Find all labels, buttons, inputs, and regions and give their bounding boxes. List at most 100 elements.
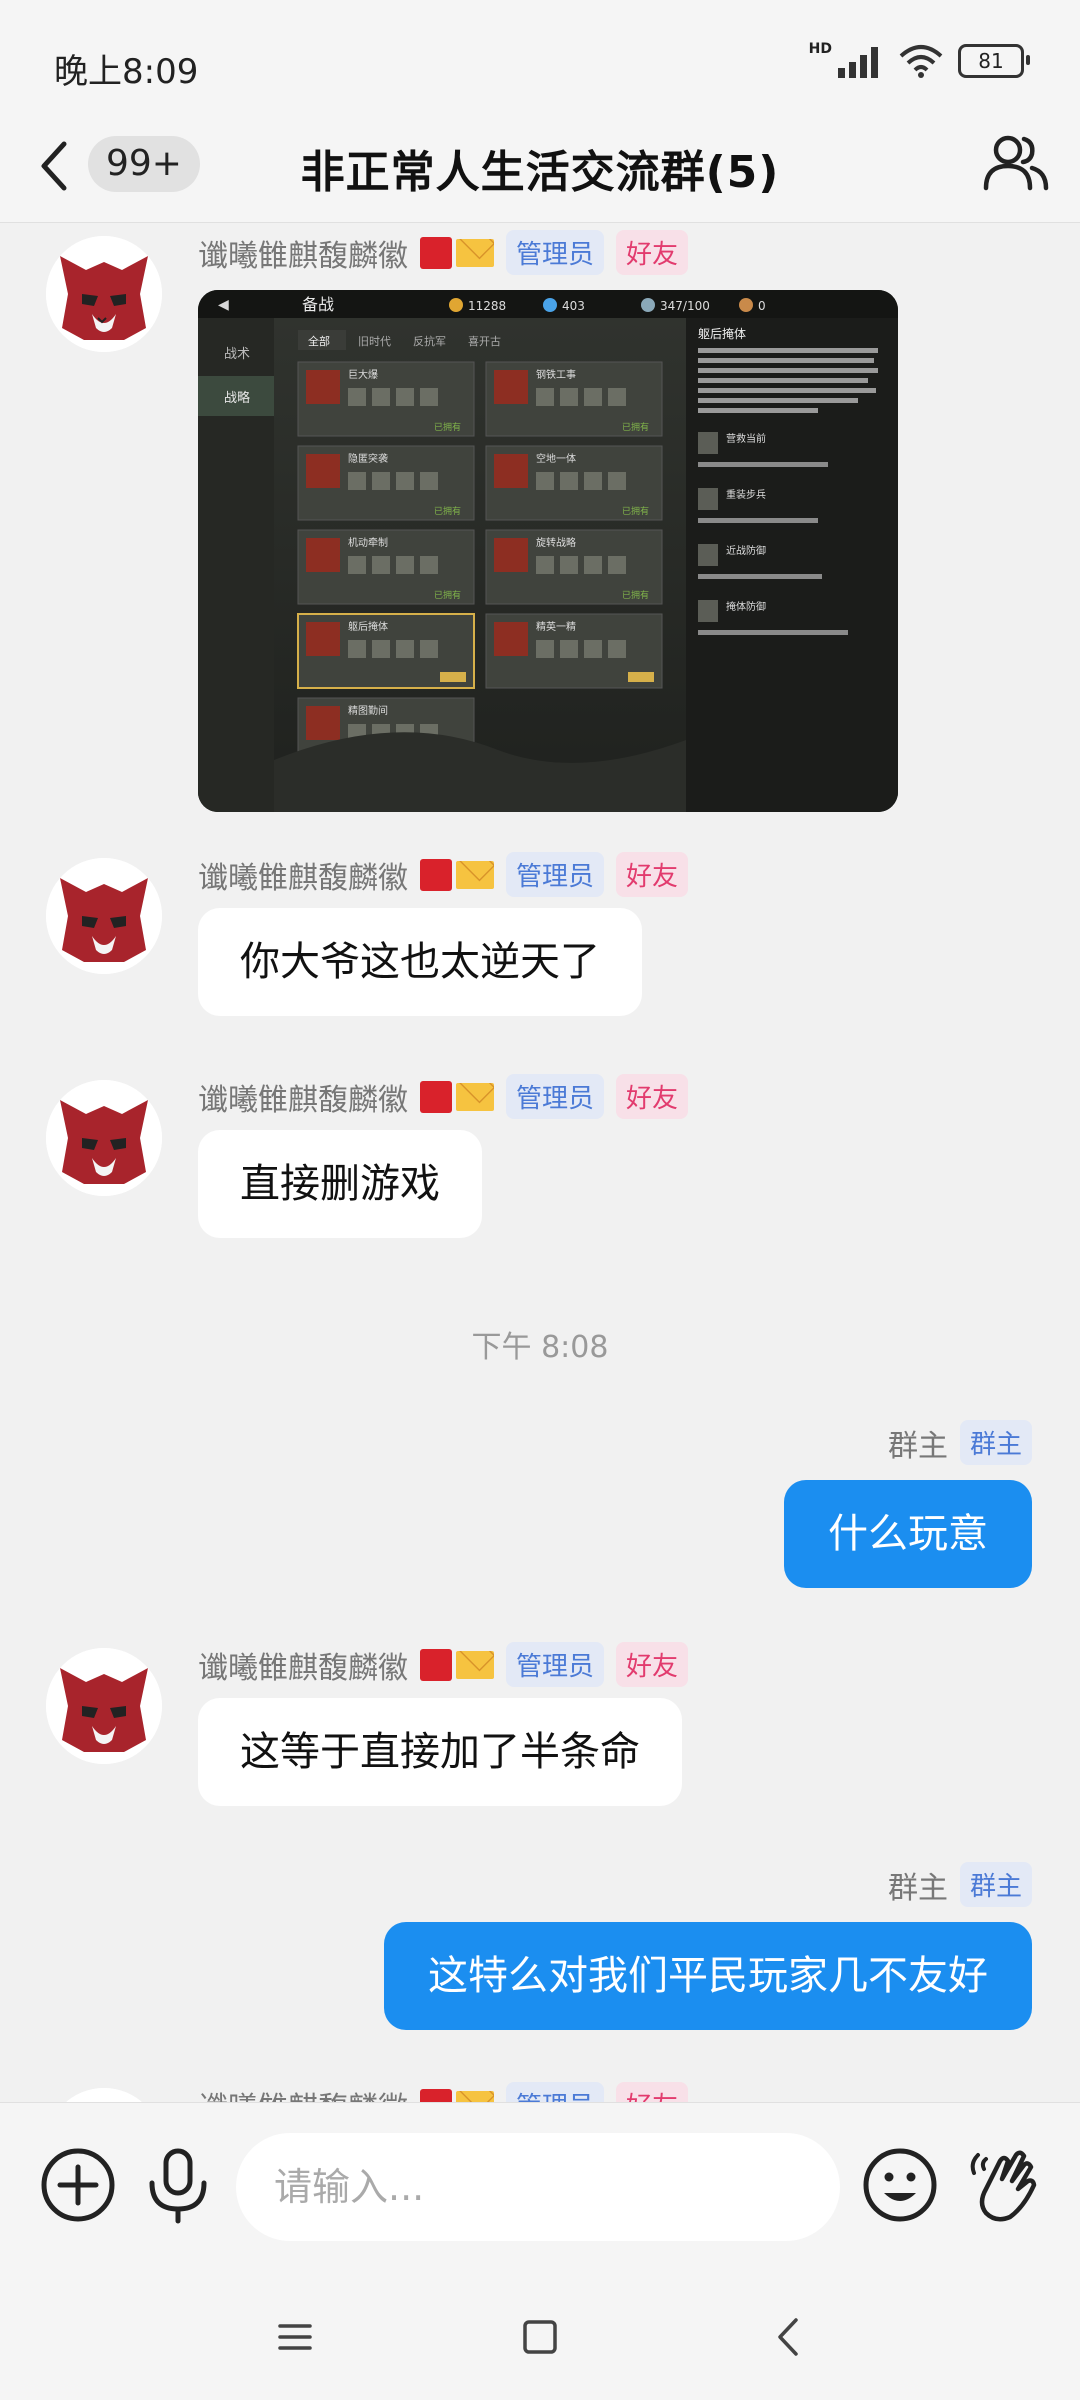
wolf-avatar-image <box>46 236 162 352</box>
group-members-icon[interactable] <box>982 128 1050 196</box>
message-bubble[interactable]: 直接删游戏 <box>198 1130 482 1238</box>
sender-name[interactable]: 谶曦雔麒馥麟徽 <box>198 1643 408 1687</box>
sender-name[interactable]: 谶曦雔麒馥麟徽 <box>198 853 408 897</box>
game-side-tab-2: 战略 <box>224 390 250 406</box>
sender-name[interactable]: 群主 <box>888 1863 948 1907</box>
game-top-tab-4: 喜开古 <box>468 335 501 348</box>
game-screenshot: ◀ 备战 11288 403 347/100 0 战术 战略 全部 旧时代 反抗… <box>198 290 898 812</box>
message-bubble[interactable]: 什么玩意 <box>784 1480 1032 1588</box>
nav-back-icon[interactable] <box>764 2312 814 2362</box>
signal-icon <box>838 47 878 78</box>
sender-row: 谶曦雔麒馥麟徽 管理员 好友 <box>198 1074 689 1119</box>
game-status-2: 已拥有 <box>622 421 649 433</box>
friend-badge: 好友 <box>616 1642 689 1687</box>
system-nav-bar <box>0 2270 1080 2400</box>
game-card-1: 巨大爆 <box>348 368 378 381</box>
hd-label: HD <box>808 41 832 57</box>
nickname-decoration <box>420 2088 494 2102</box>
friend-badge: 好友 <box>616 1074 689 1119</box>
red-square-icon <box>420 858 452 891</box>
sender-row: 谶曦雔麒馥麟徽 管理员 好友 <box>198 2082 689 2103</box>
nickname-decoration <box>420 858 494 891</box>
game-top-tab-1: 全部 <box>308 334 330 348</box>
sender-name[interactable]: 谶曦雔麒馥麟徽 <box>198 1075 408 1119</box>
microphone-icon[interactable] <box>138 2145 218 2225</box>
game-currency-gold: 11288 <box>468 299 506 313</box>
admin-badge: 管理员 <box>506 852 605 897</box>
status-bar: 晚上8:09 HD 81 <box>0 0 1080 110</box>
game-card-6: 旋转战略 <box>536 536 576 549</box>
friend-badge: 好友 <box>616 230 689 275</box>
game-card-9: 精图勤间 <box>348 704 388 717</box>
message-bubble[interactable]: 这等于直接加了半条命 <box>198 1698 682 1806</box>
nickname-decoration <box>420 1648 494 1681</box>
menu-icon[interactable] <box>270 2312 320 2362</box>
red-square-icon <box>420 2088 452 2102</box>
game-status-5: 已拥有 <box>434 589 461 601</box>
game-top-tab-3: 反抗军 <box>413 334 446 348</box>
red-square-icon <box>420 1080 452 1113</box>
sender-row: 谶曦雔麒馥麟徽 管理员 好友 <box>198 230 689 275</box>
message-input[interactable] <box>236 2133 814 2241</box>
time-divider: 下午 8:08 <box>471 1330 609 1365</box>
avatar[interactable] <box>46 858 162 974</box>
emoji-icon[interactable] <box>860 2145 940 2225</box>
admin-badge: 管理员 <box>506 1642 605 1687</box>
home-icon[interactable] <box>515 2312 565 2362</box>
friend-badge: 好友 <box>616 852 689 897</box>
game-status-6: 已拥有 <box>622 589 649 601</box>
group-title: 非正常人生活交流群(5) <box>300 147 780 198</box>
game-card-2: 钢铁工事 <box>536 368 576 381</box>
plus-icon[interactable] <box>38 2145 118 2225</box>
avatar[interactable] <box>46 1080 162 1196</box>
red-square-icon <box>420 236 452 269</box>
nickname-decoration <box>420 236 494 269</box>
sender-row: 谶曦雔麒馥麟徽 管理员 好友 <box>198 1642 689 1687</box>
wolf-avatar-image <box>46 858 162 974</box>
game-detail-line-3: 近战防御 <box>726 544 766 557</box>
message-input-container <box>236 2133 840 2241</box>
game-status-1: 已拥有 <box>434 421 461 433</box>
sender-row: 群主 群主 <box>888 1420 1032 1465</box>
game-card-4: 空地一体 <box>536 452 576 465</box>
game-title: 备战 <box>302 295 334 314</box>
wolf-avatar-image <box>46 1648 162 1764</box>
battery-indicator: 81 <box>958 44 1030 78</box>
game-card-8: 精英一精 <box>536 620 576 633</box>
status-icons: HD 81 <box>808 41 1030 78</box>
chat-message-list[interactable]: 谶曦雔麒馥麟徽 管理员 好友 ◀ 备战 11288 403 347/100 0 … <box>0 222 1080 2102</box>
game-top-tab-2: 旧时代 <box>358 335 391 348</box>
game-detail-line-4: 掩体防御 <box>726 600 766 613</box>
sender-name[interactable]: 谶曦雔麒馥麟徽 <box>198 2083 408 2103</box>
wolf-avatar-image <box>46 2088 162 2102</box>
game-currency-energy: 347/100 <box>660 299 710 313</box>
shared-image[interactable]: ◀ 备战 11288 403 347/100 0 战术 战略 全部 旧时代 反抗… <box>198 290 898 812</box>
game-side-tab-1: 战术 <box>224 347 250 362</box>
admin-badge: 管理员 <box>506 1074 605 1119</box>
avatar[interactable] <box>46 2088 162 2102</box>
game-currency-gem: 403 <box>562 299 585 313</box>
poke-hand-icon[interactable] <box>964 2145 1044 2225</box>
game-detail-title: 躯后掩体 <box>698 326 746 341</box>
friend-badge: 好友 <box>616 2082 689 2102</box>
message-bubble[interactable]: 你大爷这也太逆天了 <box>198 908 642 1016</box>
game-currency-other: 0 <box>758 299 766 313</box>
sender-name[interactable]: 群主 <box>888 1421 948 1465</box>
admin-badge: 管理员 <box>506 230 605 275</box>
envelope-icon <box>456 1650 494 1679</box>
sender-name[interactable]: 谶曦雔麒馥麟徽 <box>198 231 408 275</box>
wifi-icon <box>899 45 943 78</box>
red-square-icon <box>420 1648 452 1681</box>
svg-text:◀: ◀ <box>218 297 229 313</box>
wolf-avatar-image <box>46 1080 162 1196</box>
message-bubble[interactable]: 这特么对我们平民玩家几不友好 <box>384 1922 1032 2030</box>
sender-row: 谶曦雔麒馥麟徽 管理员 好友 <box>198 852 689 897</box>
game-status-3: 已拥有 <box>434 505 461 517</box>
admin-badge: 管理员 <box>506 2082 605 2102</box>
nickname-decoration <box>420 1080 494 1113</box>
avatar[interactable] <box>46 236 162 352</box>
game-detail-line-1: 营救当前 <box>726 432 766 445</box>
owner-badge: 群主 <box>959 1420 1032 1465</box>
chat-header: 99+ 非正常人生活交流群(5) <box>0 110 1080 223</box>
avatar[interactable] <box>46 1648 162 1764</box>
